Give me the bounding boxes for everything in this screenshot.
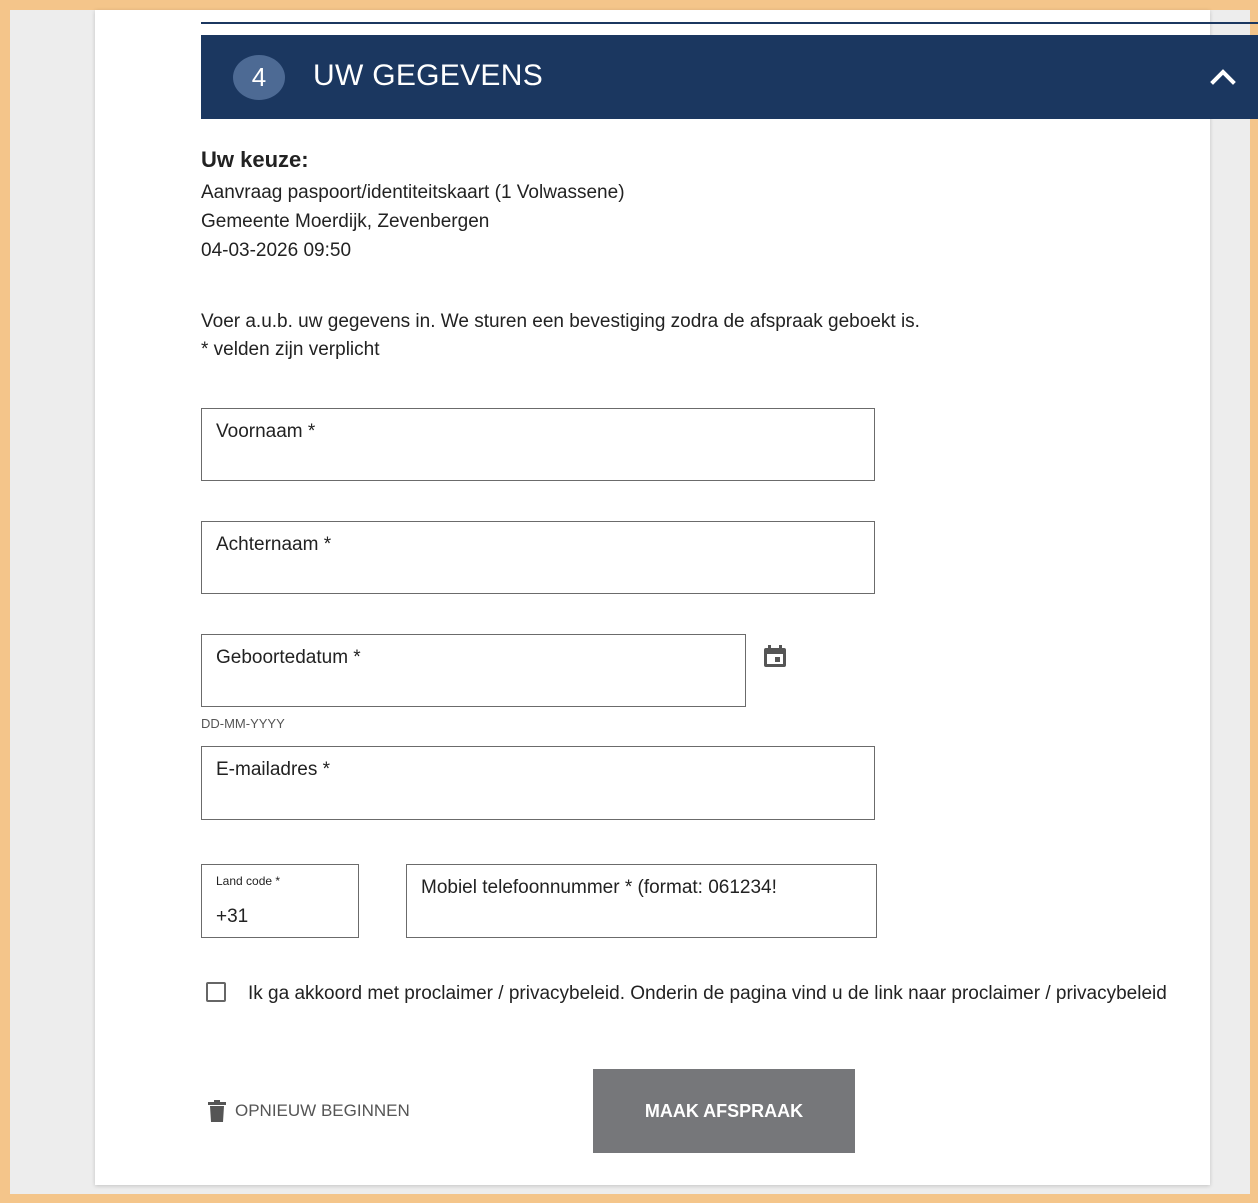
chevron-up-icon[interactable] — [1209, 65, 1237, 87]
country-code-field[interactable]: Land code * +31 — [201, 864, 359, 938]
choice-heading: Uw keuze: — [201, 147, 309, 172]
consent-label[interactable]: Ik ga akkoord met proclaimer / privacybe… — [248, 983, 1167, 1005]
first-name-label: Voornaam * — [216, 421, 316, 442]
section-title: UW GEGEVENS — [313, 59, 543, 92]
email-field[interactable]: E-mailadres * — [201, 746, 875, 820]
page-area: 4 UW GEGEVENS Uw keuze: Aanvraag paspoor… — [10, 10, 1258, 1194]
email-label: E-mailadres * — [216, 759, 331, 780]
intro-text: Voer a.u.b. uw gegevens in. We sturen ee… — [201, 311, 920, 332]
country-code-label: Land code * — [216, 874, 281, 888]
restart-label: OPNIEUW BEGINNEN — [235, 1101, 410, 1120]
last-name-label: Achternaam * — [216, 534, 332, 555]
section-header[interactable]: 4 UW GEGEVENS — [201, 35, 1258, 119]
birthdate-hint: DD-MM-YYYY — [201, 716, 285, 731]
form-card: 4 UW GEGEVENS Uw keuze: Aanvraag paspoor… — [95, 10, 1258, 1185]
required-note: * velden zijn verplicht — [201, 339, 380, 360]
choice-datetime: 04-03-2026 09:50 — [201, 240, 352, 261]
choice-location: Gemeente Moerdijk, Zevenbergen — [201, 211, 490, 232]
consent-checkbox[interactable] — [206, 982, 226, 1002]
first-name-field[interactable]: Voornaam * — [201, 408, 875, 481]
restart-button[interactable]: OPNIEUW BEGINNEN — [207, 1098, 410, 1124]
make-appointment-button[interactable]: MAAK AFSPRAAK — [593, 1069, 855, 1153]
trash-icon — [208, 1100, 226, 1122]
birthdate-label: Geboortedatum * — [216, 647, 361, 668]
mobile-phone-field[interactable]: Mobiel telefoonnummer * (format: 061234! — [406, 864, 877, 938]
mobile-phone-label: Mobiel telefoonnummer * (format: 061234! — [421, 877, 777, 898]
birthdate-field[interactable]: Geboortedatum * — [201, 634, 746, 707]
choice-service: Aanvraag paspoort/identiteitskaart (1 Vo… — [201, 182, 625, 203]
last-name-field[interactable]: Achternaam * — [201, 521, 875, 594]
step-badge: 4 — [233, 55, 285, 100]
calendar-icon[interactable] — [762, 643, 788, 669]
previous-section-divider — [201, 22, 1258, 24]
country-code-value: +31 — [216, 906, 249, 927]
